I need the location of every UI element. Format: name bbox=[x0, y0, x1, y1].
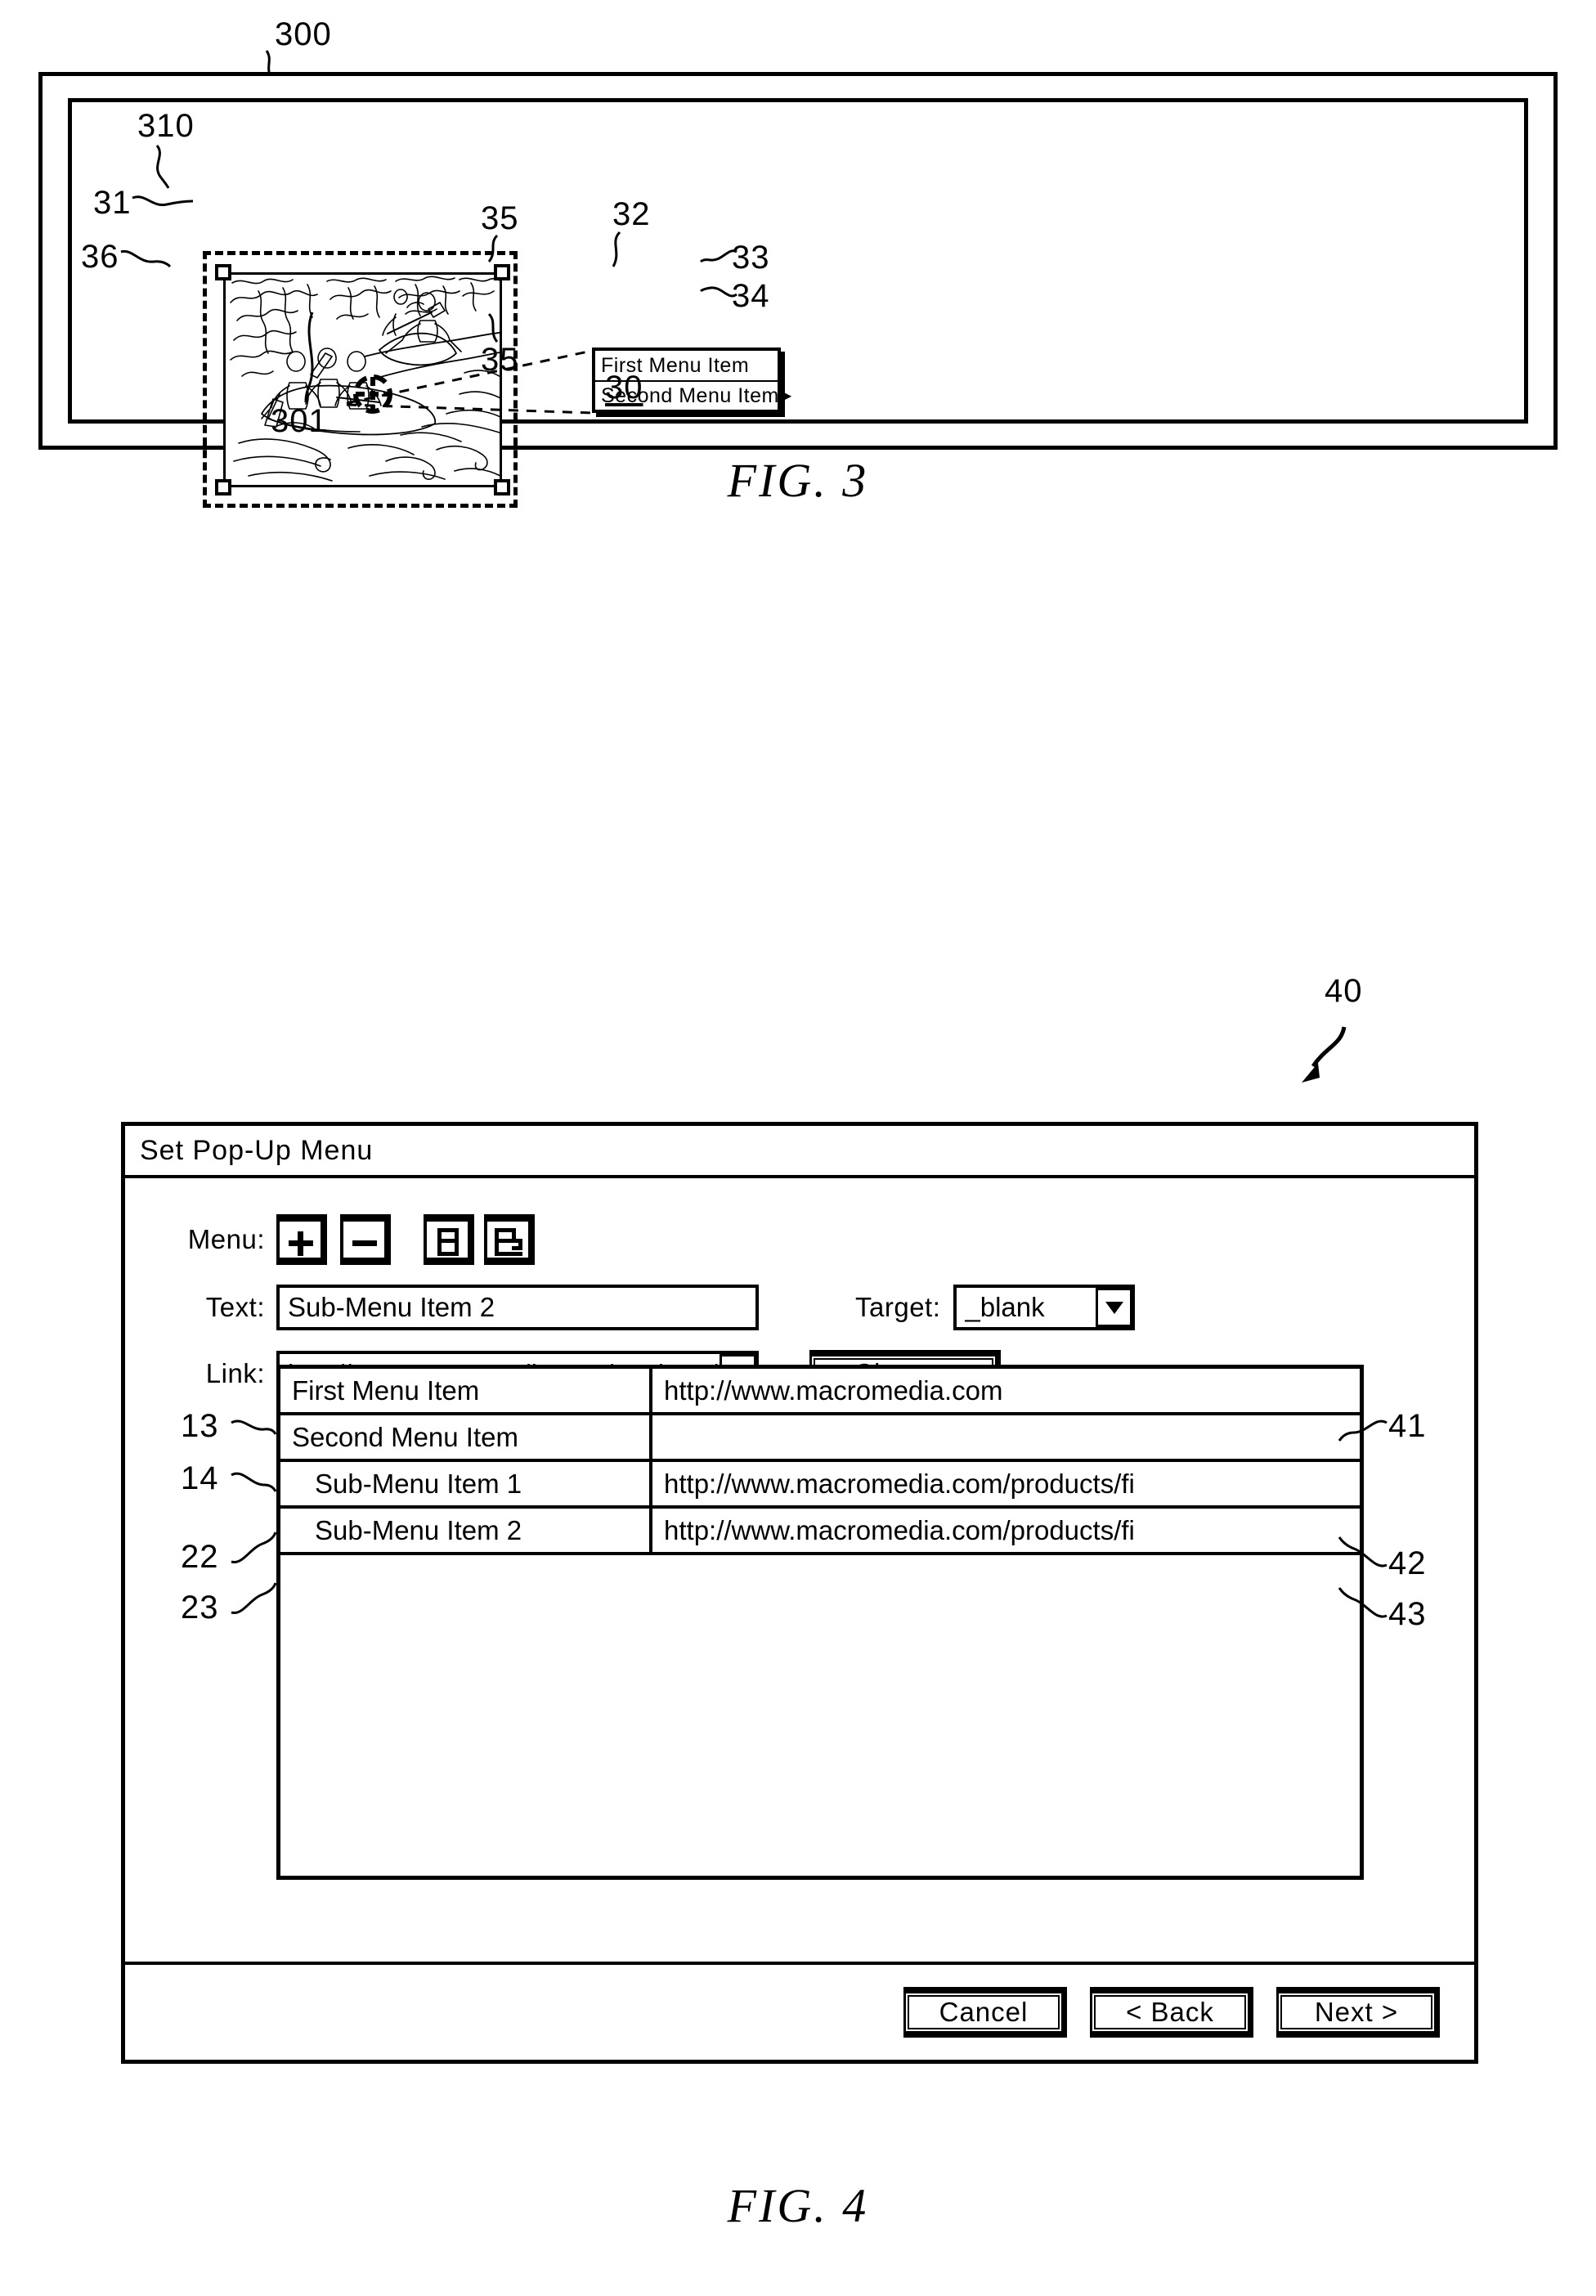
fig3-browser-window: First Menu Item Second Menu Item ▶ bbox=[38, 72, 1558, 508]
row-text-cell: Sub-Menu Item 2 bbox=[280, 1509, 652, 1552]
table-row[interactable]: Sub-Menu Item 1 http://www.macromedia.co… bbox=[280, 1462, 1360, 1509]
ref-310-leader bbox=[155, 145, 170, 189]
text-label: Text: bbox=[205, 1292, 265, 1322]
dialog-titlebar: Set Pop-Up Menu bbox=[125, 1126, 1474, 1178]
link-label: Link: bbox=[205, 1358, 265, 1388]
table-row[interactable]: Sub-Menu Item 2 http://www.macromedia.co… bbox=[280, 1509, 1360, 1555]
table-row[interactable]: First Menu Item http://www.macromedia.co… bbox=[280, 1369, 1360, 1415]
ref-23-leader bbox=[231, 1582, 277, 1614]
text-input[interactable]: Sub-Menu Item 2 bbox=[276, 1285, 759, 1330]
crosshair-cursor bbox=[351, 372, 395, 416]
chevron-down-icon bbox=[1105, 1301, 1123, 1314]
row-link-cell: http://www.macromedia.com/products/fi bbox=[664, 1514, 1135, 1545]
ref-301: 301 bbox=[271, 403, 328, 439]
next-button[interactable]: Next > bbox=[1276, 1987, 1440, 2038]
ref-301-leader bbox=[304, 312, 314, 403]
dialog-body: Menu: Text: Sub-Menu Item 2 Target: _bla… bbox=[125, 1178, 1474, 1962]
ref-14: 14 bbox=[181, 1460, 219, 1496]
fig4-caption: FIG. 4 bbox=[727, 2179, 869, 2232]
menu-items-listbox[interactable]: First Menu Item http://www.macromedia.co… bbox=[276, 1365, 1364, 1880]
resize-handle-bottom-left[interactable] bbox=[215, 479, 231, 496]
menu-label: Menu: bbox=[187, 1224, 265, 1254]
fig3-browser-content: First Menu Item Second Menu Item ▶ bbox=[68, 98, 1528, 508]
ref-13: 13 bbox=[181, 1408, 219, 1444]
target-select-value: _blank bbox=[953, 1285, 1096, 1330]
ref-22-leader bbox=[231, 1531, 277, 1563]
row-link-cell bbox=[652, 1415, 1360, 1459]
flat-list-button[interactable] bbox=[424, 1214, 474, 1265]
ref-32: 32 bbox=[612, 196, 651, 232]
ref-42-leader bbox=[1338, 1536, 1388, 1567]
indent-item-button[interactable] bbox=[484, 1214, 535, 1265]
dialog-footer: Cancel < Back Next > bbox=[125, 1962, 1474, 2060]
remove-menu-item-button[interactable] bbox=[340, 1214, 391, 1265]
ref-42: 42 bbox=[1388, 1545, 1427, 1581]
ref-32-leader bbox=[612, 231, 621, 267]
row-text-cell: Second Menu Item bbox=[280, 1415, 652, 1459]
ref-14-leader bbox=[231, 1472, 277, 1492]
ref-40-arrow bbox=[1302, 1026, 1347, 1083]
cancel-button[interactable]: Cancel bbox=[903, 1987, 1067, 2038]
menu-toolbar-row: Menu: bbox=[125, 1214, 1474, 1265]
ref-31-leader bbox=[132, 195, 194, 207]
ref-35-lower-leader bbox=[487, 312, 499, 343]
submenu-arrow-icon: ▶ bbox=[778, 387, 792, 405]
fig3-caption: FIG. 3 bbox=[727, 454, 869, 507]
ref-30: 30 bbox=[605, 370, 643, 406]
ref-36: 36 bbox=[81, 239, 119, 275]
target-dropdown-button[interactable] bbox=[1096, 1285, 1136, 1330]
ref-35-upper-leader bbox=[487, 234, 499, 262]
target-select[interactable]: _blank bbox=[953, 1285, 1136, 1330]
ref-22: 22 bbox=[181, 1539, 219, 1575]
ref-43: 43 bbox=[1388, 1596, 1427, 1632]
back-button[interactable]: < Back bbox=[1090, 1987, 1253, 2038]
row-text-cell: Sub-Menu Item 1 bbox=[280, 1462, 652, 1505]
ref-35-lower: 35 bbox=[481, 342, 519, 378]
ref-13-leader bbox=[231, 1419, 277, 1435]
ref-33-leader bbox=[699, 249, 737, 263]
ref-36-leader bbox=[120, 249, 172, 268]
ref-40: 40 bbox=[1325, 973, 1363, 1009]
ref-34-leader bbox=[699, 286, 737, 298]
ref-31: 31 bbox=[93, 185, 132, 221]
row-text-cell: First Menu Item bbox=[280, 1369, 652, 1412]
add-menu-item-button[interactable] bbox=[276, 1214, 327, 1265]
ref-41-leader bbox=[1338, 1419, 1388, 1442]
table-row[interactable]: Second Menu Item bbox=[280, 1415, 1360, 1462]
set-popup-menu-dialog: Set Pop-Up Menu Menu: Text: Sub-Menu Ite… bbox=[121, 1122, 1478, 2064]
ref-43-leader bbox=[1338, 1587, 1388, 1618]
ref-300: 300 bbox=[275, 16, 332, 52]
ref-310: 310 bbox=[137, 108, 195, 144]
target-label: Target: bbox=[855, 1292, 941, 1322]
row-link-cell: http://www.macromedia.com bbox=[664, 1374, 1003, 1406]
ref-35-upper: 35 bbox=[481, 200, 519, 236]
row-link-cell: http://www.macromedia.com/products/fi bbox=[664, 1468, 1135, 1499]
ref-23: 23 bbox=[181, 1590, 219, 1626]
dialog-title: Set Pop-Up Menu bbox=[140, 1134, 374, 1166]
ref-41: 41 bbox=[1388, 1408, 1427, 1444]
resize-handle-top-left[interactable] bbox=[215, 264, 231, 280]
text-target-row: Text: Sub-Menu Item 2 Target: _blank bbox=[125, 1285, 1474, 1330]
